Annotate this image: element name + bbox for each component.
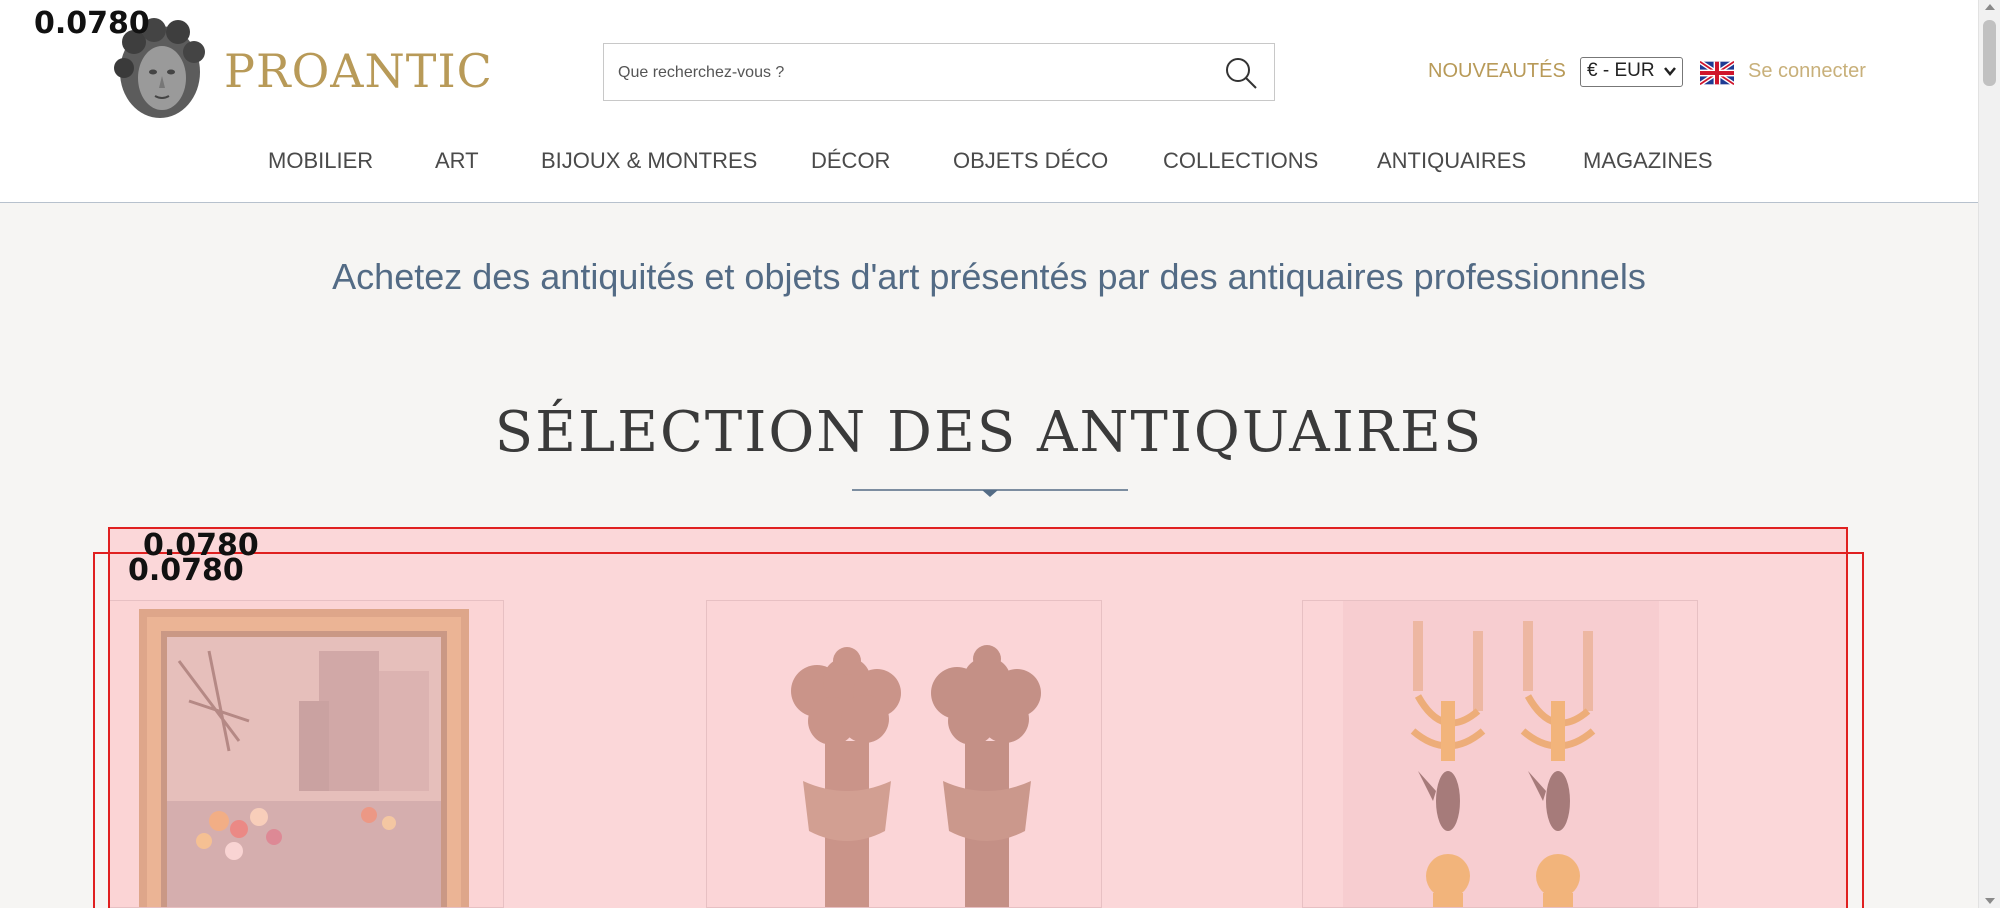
chevron-down-icon [1664,67,1676,76]
score-label-top: 0.0780 [34,6,150,41]
nav-item-magazines[interactable]: MAGAZINES [1583,148,1713,174]
title-divider [852,489,1128,497]
nav-item-antiquaires[interactable]: ANTIQUAIRES [1377,148,1526,174]
login-link[interactable]: Se connecter [1748,60,1866,83]
site-header: PROANTIC NOUVEAUTÉS € - EUR Se connecter… [0,0,1978,203]
nav-item-decor[interactable]: DÉCOR [811,148,890,174]
scroll-up-icon[interactable] [1985,4,1995,10]
annotation-box-inner [93,552,1864,908]
search-box [603,43,1275,102]
currency-selected-value: € - EUR [1587,60,1655,81]
new-arrivals-link[interactable]: NOUVEAUTÉS [1428,60,1566,83]
nav-item-bijoux-montres[interactable]: BIJOUX & MONTRES [541,148,757,174]
nav-item-mobilier[interactable]: MOBILIER [268,148,373,174]
score-label-box-2: 0.0780 [128,553,244,588]
nav-item-art[interactable]: ART [435,148,479,174]
search-icon[interactable] [1224,56,1258,90]
vertical-scrollbar[interactable] [1978,0,2000,908]
scroll-down-icon[interactable] [1985,898,1995,904]
nav-item-objets-deco[interactable]: OBJETS DÉCO [953,148,1108,174]
search-input[interactable] [616,44,1200,102]
section-title: SÉLECTION DES ANTIQUAIRES [494,400,1484,465]
logo-text[interactable]: PROANTIC [224,44,493,98]
currency-select[interactable]: € - EUR [1580,57,1683,87]
main-nav: MOBILIER ART BIJOUX & MONTRES DÉCOR OBJE… [0,148,1978,178]
nav-item-collections[interactable]: COLLECTIONS [1163,148,1318,174]
uk-flag-icon[interactable] [1700,61,1734,85]
scrollbar-thumb[interactable] [1983,20,1996,86]
page-tagline: Achetez des antiquités et objets d'art p… [332,256,1646,297]
